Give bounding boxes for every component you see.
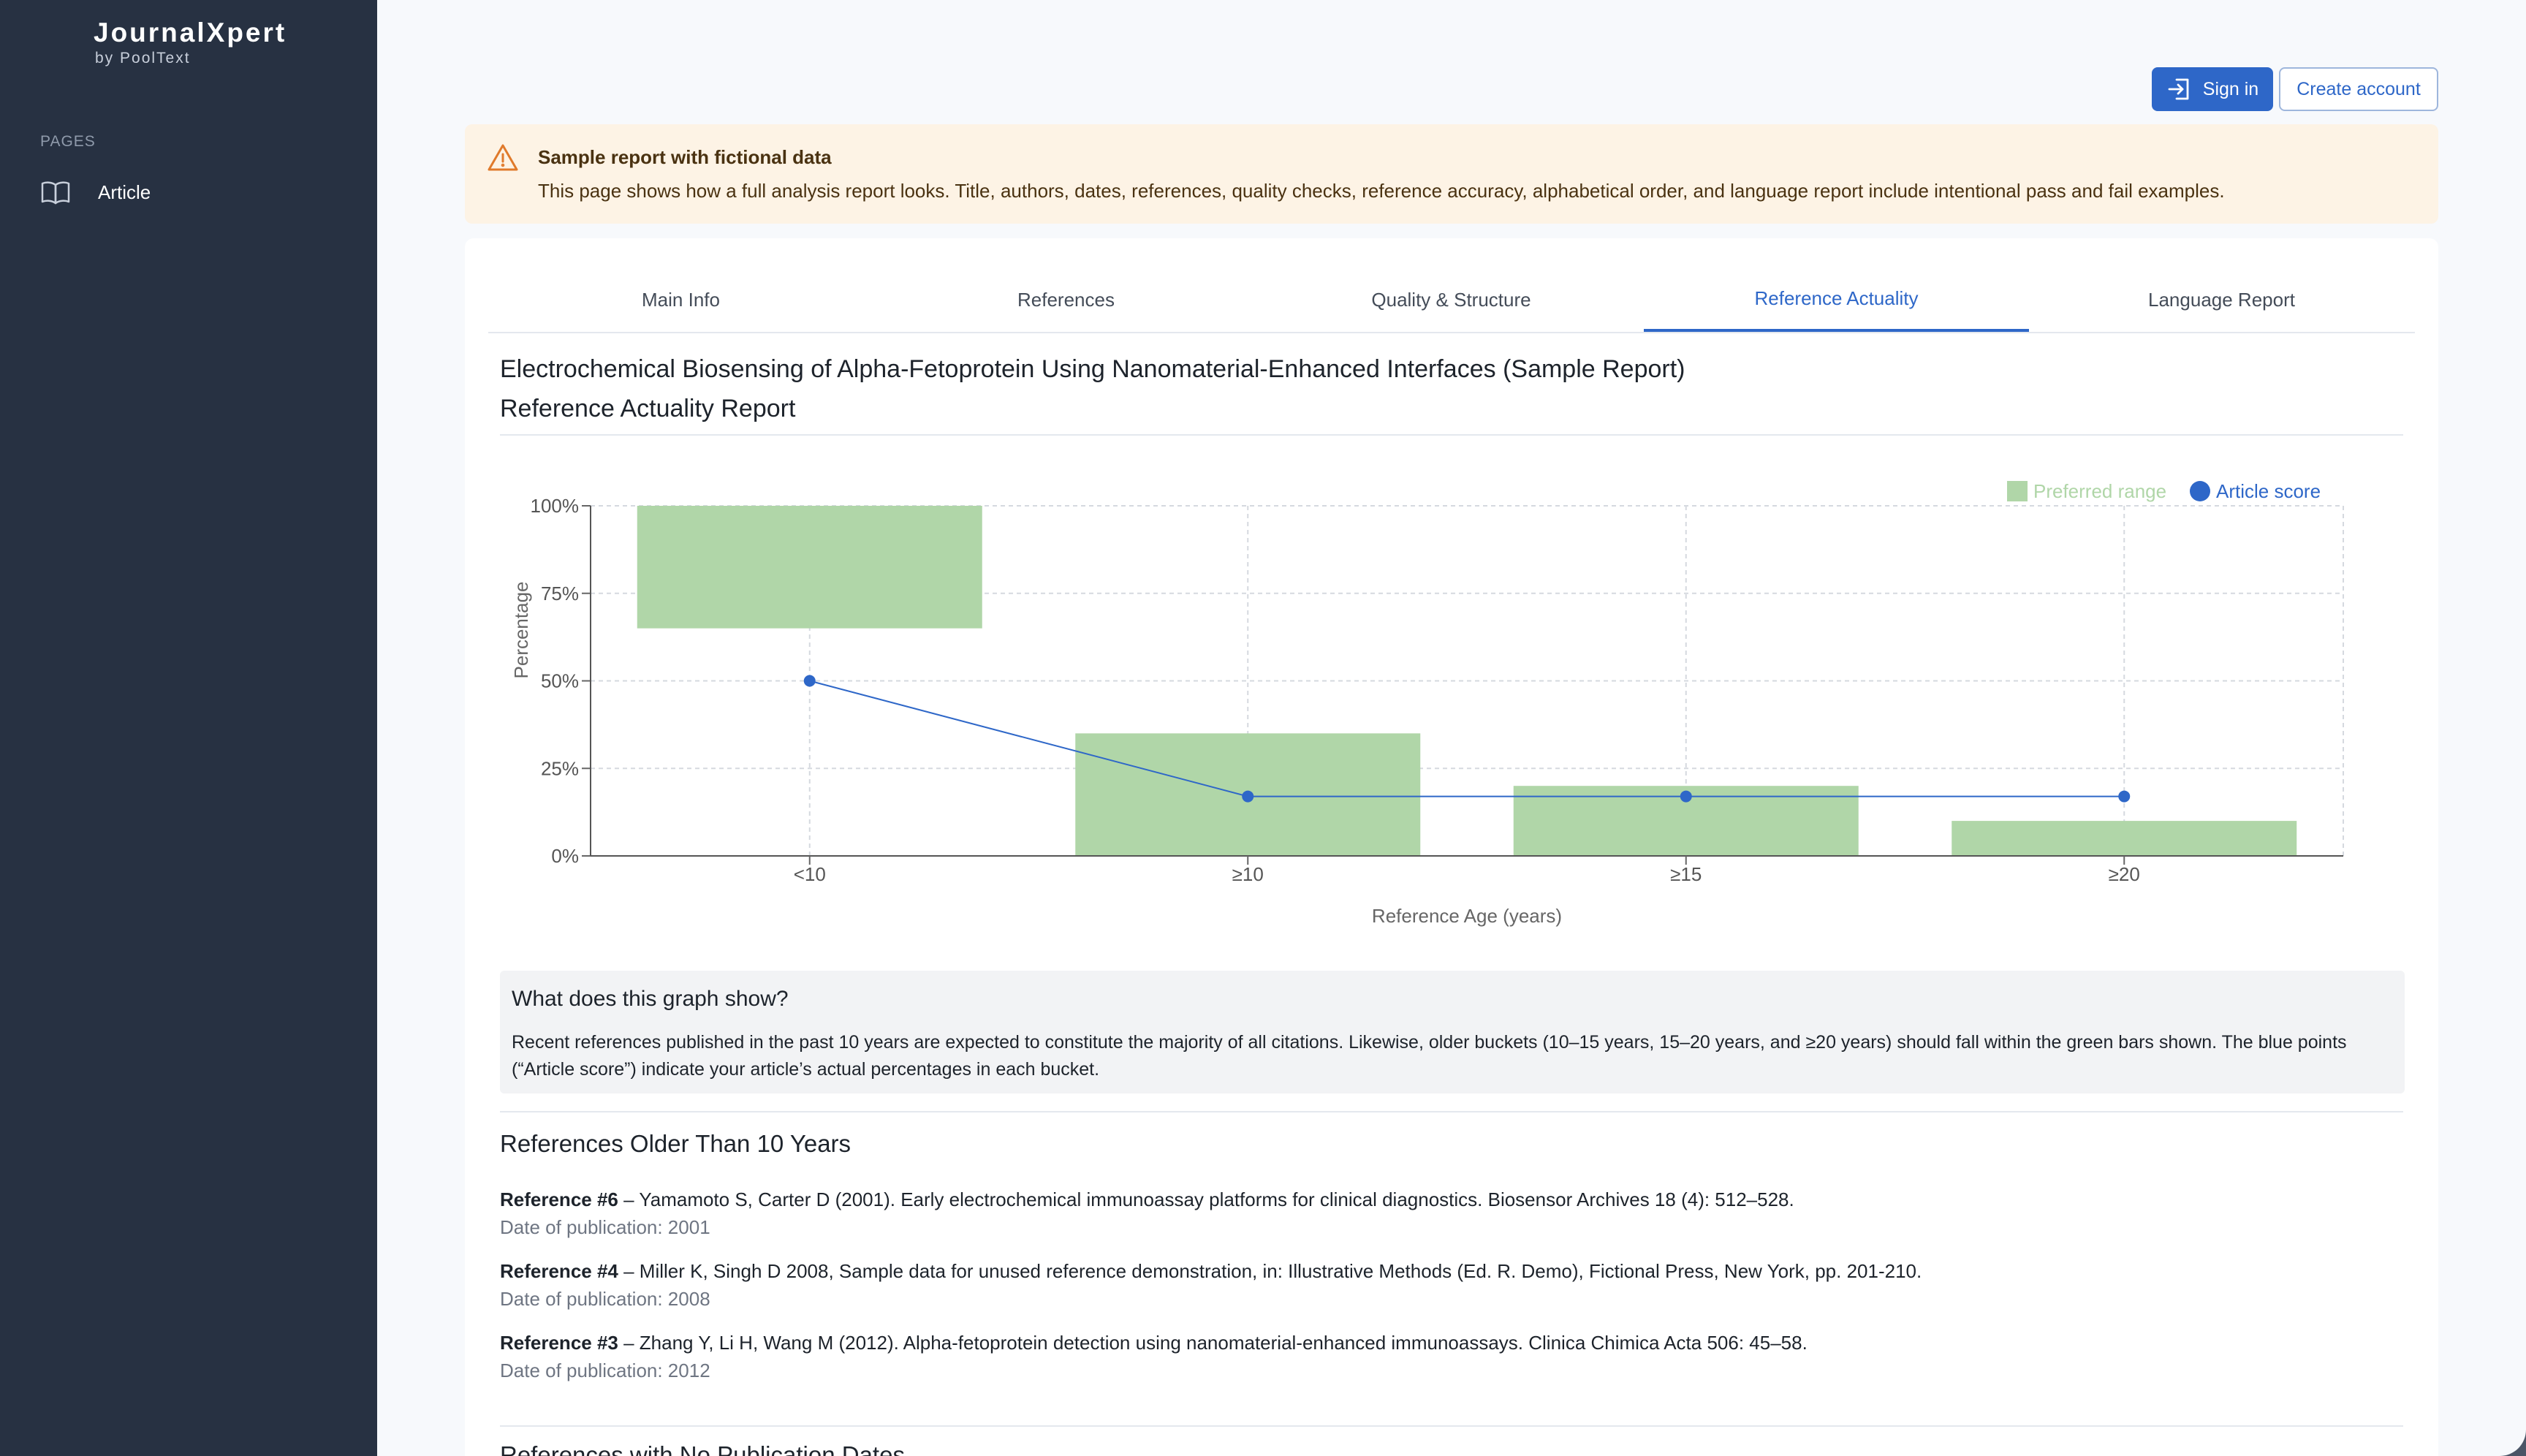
preferred-range-bar xyxy=(1952,821,2297,856)
tab-main-info[interactable]: Main Info xyxy=(488,268,873,332)
notice-title: Sample report with fictional data xyxy=(538,146,832,168)
sidebar-item-article[interactable]: Article xyxy=(40,175,347,209)
reference-date: Date of publication: 2012 xyxy=(500,1360,710,1381)
tab-quality-structure[interactable]: Quality & Structure xyxy=(1259,268,1644,332)
article-score-point xyxy=(2118,790,2131,803)
reference-text: – Miller K, Singh D 2008, Sample data fo… xyxy=(618,1260,1922,1282)
notice-text: This page shows how a full analysis repo… xyxy=(538,180,2225,202)
book-open-icon xyxy=(41,181,70,205)
report-card: Main Info References Quality & Structure… xyxy=(465,238,2438,1456)
article-score-point xyxy=(803,675,816,687)
legend-swatch-article-score xyxy=(2190,481,2210,501)
y-tick-label: 50% xyxy=(541,670,579,692)
reference-item: Reference #3 – Zhang Y, Li H, Wang M (20… xyxy=(500,1332,1808,1354)
reference-date: Date of publication: 2001 xyxy=(500,1216,710,1238)
report-tabs: Main Info References Quality & Structure… xyxy=(488,268,2415,333)
app-window: JournalXpert by PoolText PAGES Article S… xyxy=(0,0,2526,1456)
reference-text: – Yamamoto S, Carter D (2001). Early ele… xyxy=(618,1188,1794,1210)
reference-item: Reference #4 – Miller K, Singh D 2008, S… xyxy=(500,1260,1922,1283)
create-account-button[interactable]: Create account xyxy=(2279,67,2438,111)
brand-title: JournalXpert xyxy=(94,18,287,48)
x-tick-label: <10 xyxy=(794,863,826,885)
y-axis-label: Percentage xyxy=(510,582,532,679)
sign-in-label: Sign in xyxy=(2202,78,2259,99)
divider xyxy=(500,434,2403,436)
legend-label-article-score: Article score xyxy=(2216,480,2321,502)
tab-reference-actuality[interactable]: Reference Actuality xyxy=(1644,268,2029,332)
sidebar: JournalXpert by PoolText PAGES Article xyxy=(0,0,377,1456)
reference-label: Reference #3 xyxy=(500,1332,618,1354)
legend-swatch-preferred-range xyxy=(2007,481,2028,501)
preferred-range-bar xyxy=(637,506,982,629)
article-score-line xyxy=(809,680,2125,797)
sign-in-icon xyxy=(2168,78,2189,100)
divider xyxy=(500,1111,2403,1112)
explanation-text: Recent references published in the past … xyxy=(512,1032,2347,1080)
no-dates-title: References with No Publication Dates xyxy=(500,1441,905,1456)
document-title: Electrochemical Biosensing of Alpha-Feto… xyxy=(500,355,1685,383)
tab-language-report[interactable]: Language Report xyxy=(2029,268,2414,332)
sign-in-button[interactable]: Sign in xyxy=(2152,67,2273,111)
reference-text: – Zhang Y, Li H, Wang M (2012). Alpha-fe… xyxy=(618,1332,1808,1354)
legend-label-preferred-range: Preferred range xyxy=(2033,480,2166,502)
explanation-title: What does this graph show? xyxy=(512,987,789,1011)
tab-references[interactable]: References xyxy=(873,268,1259,332)
x-axis-label: Reference Age (years) xyxy=(1372,905,1562,927)
reference-label: Reference #6 xyxy=(500,1188,618,1210)
brand-subtitle: by PoolText xyxy=(95,50,191,67)
reference-item: Reference #6 – Yamamoto S, Carter D (200… xyxy=(500,1188,1794,1211)
x-tick-label: ≥10 xyxy=(1232,863,1264,885)
nav-section-label: PAGES xyxy=(40,133,96,150)
older-references-title: References Older Than 10 Years xyxy=(500,1130,852,1157)
warning-icon xyxy=(488,144,518,171)
reference-date: Date of publication: 2008 xyxy=(500,1288,710,1310)
article-score-point xyxy=(1680,790,1692,803)
y-tick-label: 100% xyxy=(531,495,580,517)
x-tick-label: ≥15 xyxy=(1670,863,1702,885)
sidebar-item-label: Article xyxy=(98,181,151,203)
reference-label: Reference #4 xyxy=(500,1260,618,1282)
graph-explanation: What does this graph show? Recent refere… xyxy=(500,971,2405,1093)
sample-notice: Sample report with fictional data This p… xyxy=(465,124,2438,224)
x-tick-label: ≥20 xyxy=(2109,863,2140,885)
y-tick-label: 25% xyxy=(541,757,579,779)
chart-svg: 0% 25% 50% 75% 100% <10 ≥10 ≥15 ≥20 Reference Age… xyxy=(510,480,2344,927)
y-tick-label: 0% xyxy=(551,845,579,867)
y-tick-label: 75% xyxy=(541,583,579,604)
report-title: Reference Actuality Report xyxy=(500,395,796,422)
divider xyxy=(500,1425,2403,1427)
article-score-point xyxy=(1242,790,1254,803)
